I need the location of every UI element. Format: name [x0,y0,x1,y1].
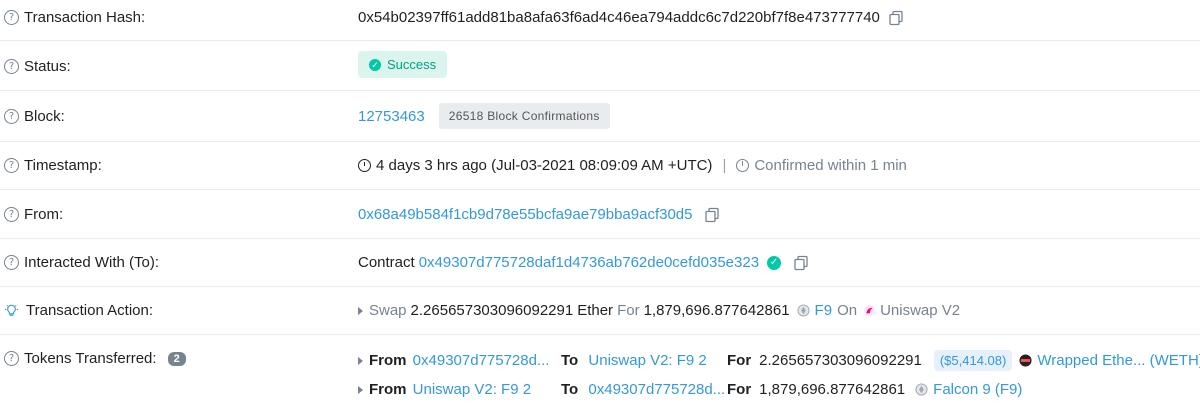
help-icon[interactable]: ? [4,10,19,25]
transfer-for-word: For [727,352,752,369]
copy-icon[interactable] [888,10,904,26]
action-amount: 2.265657303096092291 [410,302,574,319]
caret-right-icon [358,385,363,394]
interacted-row: ? Interacted With (To): Contract 0x49307… [0,239,1200,287]
transfer-amount: 1,879,696.877642861 [759,381,906,398]
f9-token-icon [915,383,928,396]
interacted-label-group: ? Interacted With (To): [4,254,159,271]
action-out-amount: 1,879,696.877642861 [643,302,790,319]
timer-icon [736,159,750,172]
from-address-link[interactable]: 0x68a49b584f1cb9d78e55bcfa9ae79bba9acf30… [358,206,692,223]
clock-icon [358,159,371,172]
f9-token-icon [797,304,810,317]
copy-icon[interactable] [793,255,809,271]
help-icon[interactable]: ? [4,59,19,74]
block-label-group: ? Block: [4,108,65,125]
from-label-group: ? From: [4,206,63,223]
token-count-badge: 2 [167,351,186,366]
interacted-label: Interacted With (To): [24,254,160,271]
check-circle-icon: ✓ [369,58,381,71]
action-asset: Ether [577,302,614,319]
block-value-group: 12753463 26518 Block Confirmations [358,103,610,129]
timestamp-value: 4 days 3 hrs ago (Jul-03-2021 08:09:09 A… [376,157,713,174]
tx-hash-label: Transaction Hash: [24,9,146,26]
help-icon[interactable]: ? [4,207,19,222]
action-for: For [617,302,640,319]
help-icon[interactable]: ? [4,158,19,173]
caret-right-icon [358,356,363,365]
status-label-group: ? Status: [4,58,71,75]
transfer-for-word: For [727,381,752,398]
interacted-value-group: Contract 0x49307d775728daf1d4736ab762de0… [358,254,809,271]
contract-address-link[interactable]: 0x49307d775728daf1d4736ab762de0cefd035e3… [419,254,759,271]
timestamp-row: ? Timestamp: 4 days 3 hrs ago (Jul-03-20… [0,142,1200,190]
status-text: Success [387,57,437,72]
tokens-label: Tokens Transferred: [24,350,157,367]
block-number-link[interactable]: 12753463 [358,108,425,125]
help-icon[interactable]: ? [4,351,19,366]
transfer-to-link[interactable]: 0x49307d775728d... [588,381,725,398]
tx-hash-row: ? Transaction Hash: 0x54b02397ff61add81b… [0,0,1200,41]
verified-check-icon: ✓ [767,255,782,270]
from-value-group: 0x68a49b584f1cb9d78e55bcfa9ae79bba9acf30… [358,206,720,223]
action-out-token-link[interactable]: F9 [815,302,833,319]
lightbulb-icon [4,304,19,316]
copy-icon[interactable] [704,207,720,223]
action-label-group: Transaction Action: [4,302,153,319]
token-transfer-row: From 0x49307d775728d... To Uniswap V2: F… [358,350,1200,371]
transfer-from-link[interactable]: 0x49307d775728d... [413,352,550,369]
action-verb: Swap [369,302,407,319]
timestamp-label-group: ? Timestamp: [4,157,102,174]
tokens-label-group: ? Tokens Transferred: 2 [4,350,186,367]
transfer-to-word: To [561,381,579,398]
action-row: Transaction Action: Swap 2.2656573030960… [0,287,1200,335]
transfer-from-link[interactable]: Uniswap V2: F9 2 [413,381,531,398]
transfer-to-link[interactable]: Uniswap V2: F9 2 [588,352,706,369]
timestamp-value-group: 4 days 3 hrs ago (Jul-03-2021 08:09:09 A… [358,157,907,174]
caret-right-icon [358,306,363,315]
transfer-from-word: From [369,381,407,398]
status-value-group: ✓ Success [358,51,448,78]
transfer-usd-badge: ($5,414.08) [933,350,1013,371]
token-transfer-row: From Uniswap V2: F9 2 To 0x49307d775728d… [358,381,1022,398]
action-value-group: Swap 2.265657303096092291 Ether For 1,87… [358,302,960,319]
transfer-token-link[interactable]: Falcon 9 (F9) [933,381,1022,398]
block-confirmations-badge: 26518 Block Confirmations [438,103,610,129]
transfer-amount: 2.265657303096092291 [759,352,922,369]
status-row: ? Status: ✓ Success [0,41,1200,91]
action-on: On [837,302,858,319]
transfer-token-link[interactable]: Wrapped Ethe... (WETH) [1037,352,1200,369]
transfer-from-word: From [369,352,407,369]
contract-prefix: Contract [358,254,415,271]
weth-token-icon [1019,354,1032,367]
from-label: From: [24,206,64,223]
timestamp-label: Timestamp: [24,157,102,174]
status-badge: ✓ Success [358,51,448,78]
status-label: Status: [24,58,71,75]
tokens-row: ? Tokens Transferred: 2 From 0x49307d775… [0,335,1200,413]
help-icon[interactable]: ? [4,109,19,124]
block-row: ? Block: 12753463 26518 Block Confirmati… [0,91,1200,142]
from-row: ? From: 0x68a49b584f1cb9d78e55bcfa9ae79b… [0,190,1200,239]
block-label: Block: [24,108,65,125]
tx-hash-value: 0x54b02397ff61add81ba8afa63f6ad4c46ea794… [358,9,880,26]
action-platform: Uniswap V2 [880,302,961,319]
confirmed-within: Confirmed within 1 min [754,157,907,174]
timestamp-separator: | [722,157,727,174]
uniswap-icon [864,304,876,317]
transfer-to-word: To [561,352,579,369]
tx-hash-label-group: ? Transaction Hash: [4,9,145,26]
action-label: Transaction Action: [26,302,154,319]
help-icon[interactable]: ? [4,255,19,270]
tx-hash-value-group: 0x54b02397ff61add81ba8afa63f6ad4c46ea794… [358,9,904,26]
